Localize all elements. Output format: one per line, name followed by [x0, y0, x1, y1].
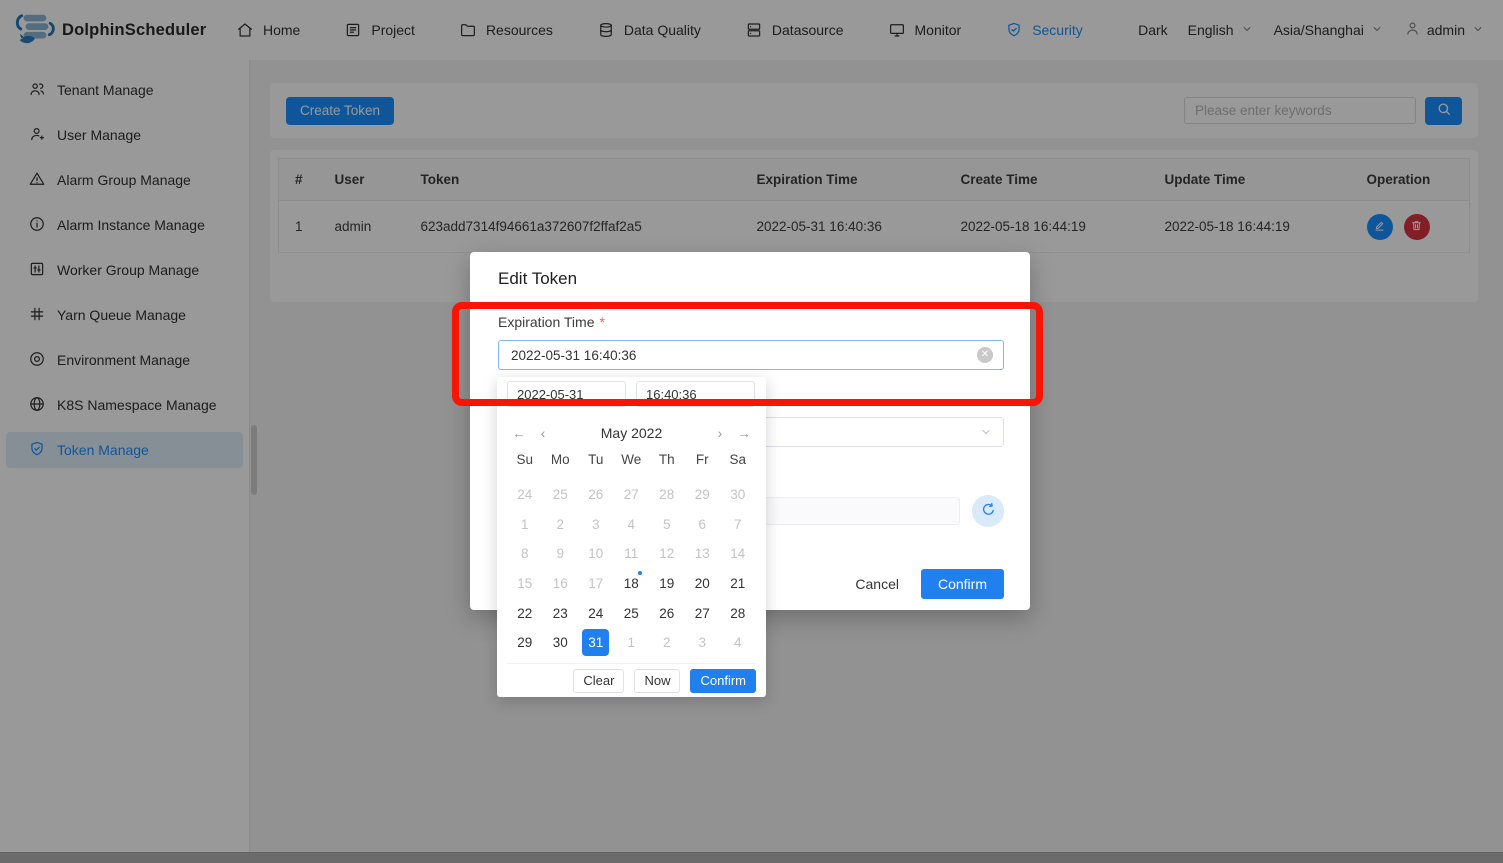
expiration-time-value: 2022-05-31 16:40:36: [511, 348, 636, 363]
calendar-confirm-button[interactable]: Confirm: [690, 669, 756, 693]
calendar-day[interactable]: 8: [507, 539, 543, 569]
chevron-down-icon: [979, 425, 993, 442]
calendar-day[interactable]: 2: [649, 628, 685, 658]
calendar-day[interactable]: 28: [720, 598, 756, 628]
weekday-label: Su: [507, 452, 543, 470]
calendar-day[interactable]: 19: [649, 569, 685, 599]
datetime-inputs: [507, 377, 756, 407]
calendar-day[interactable]: 7: [720, 510, 756, 540]
next-month-icon[interactable]: ›: [708, 425, 732, 441]
month-title: May 2022: [555, 425, 708, 441]
calendar-header: ← ‹ May 2022 › →: [507, 420, 756, 446]
weekday-label: Fr: [685, 452, 721, 470]
prev-month-icon[interactable]: ‹: [531, 425, 555, 441]
date-input[interactable]: [507, 381, 626, 407]
calendar-day[interactable]: 4: [720, 628, 756, 658]
expiration-time-label: Expiration Time *: [498, 314, 1004, 334]
calendar-day[interactable]: 27: [685, 598, 721, 628]
datetime-picker-panel: ← ‹ May 2022 › → SuMoTuWeThFrSa 24252627…: [497, 377, 766, 697]
calendar-grid: 2425262728293012345678910111213141516171…: [507, 480, 756, 658]
calendar-day[interactable]: 1: [614, 628, 650, 658]
calendar-day[interactable]: 29: [685, 480, 721, 510]
calendar-day[interactable]: 27: [614, 480, 650, 510]
calendar-clear-button[interactable]: Clear: [573, 669, 624, 693]
fast-next-year-icon[interactable]: →: [732, 425, 756, 441]
calendar-day[interactable]: 28: [649, 480, 685, 510]
calendar-day[interactable]: 3: [685, 628, 721, 658]
calendar-day[interactable]: 1: [507, 510, 543, 540]
weekday-label: Tu: [578, 452, 614, 470]
calendar-day[interactable]: 9: [543, 539, 579, 569]
calendar-day[interactable]: 6: [685, 510, 721, 540]
calendar-day[interactable]: 14: [720, 539, 756, 569]
weekday-row: SuMoTuWeThFrSa: [507, 452, 756, 470]
calendar-day[interactable]: 11: [614, 539, 650, 569]
fast-prev-year-icon[interactable]: ←: [507, 425, 531, 441]
calendar-day-selected[interactable]: 31: [578, 628, 614, 658]
refresh-token-button[interactable]: [972, 495, 1004, 527]
calendar-day[interactable]: 22: [507, 598, 543, 628]
calendar-now-button[interactable]: Now: [634, 669, 680, 693]
expiration-time-input[interactable]: 2022-05-31 16:40:36 ✕: [498, 340, 1004, 370]
calendar-day[interactable]: 24: [578, 598, 614, 628]
weekday-label: Mo: [543, 452, 579, 470]
required-mark: *: [599, 314, 604, 330]
calendar-day[interactable]: 13: [685, 539, 721, 569]
calendar-day[interactable]: 4: [614, 510, 650, 540]
calendar-day[interactable]: 20: [685, 569, 721, 599]
confirm-button[interactable]: Confirm: [921, 569, 1004, 599]
calendar-day[interactable]: 23: [543, 598, 579, 628]
calendar-day[interactable]: 17: [578, 569, 614, 599]
calendar-day[interactable]: 5: [649, 510, 685, 540]
calendar-day[interactable]: 2: [543, 510, 579, 540]
weekday-label: Th: [649, 452, 685, 470]
calendar-day[interactable]: 26: [649, 598, 685, 628]
calendar-day[interactable]: 10: [578, 539, 614, 569]
calendar-day-today[interactable]: 18: [614, 569, 650, 599]
calendar-day[interactable]: 24: [507, 480, 543, 510]
calendar-day[interactable]: 21: [720, 569, 756, 599]
time-input[interactable]: [636, 381, 755, 407]
calendar-day[interactable]: 16: [543, 569, 579, 599]
app-root: DolphinScheduler HomeProjectResourcesDat…: [0, 0, 1503, 863]
weekday-label: Sa: [720, 452, 756, 470]
modal-title: Edit Token: [498, 268, 1004, 290]
calendar-footer: Clear Now Confirm: [507, 663, 756, 693]
calendar-day[interactable]: 30: [720, 480, 756, 510]
refresh-icon: [980, 501, 997, 521]
calendar-day[interactable]: 25: [614, 598, 650, 628]
cancel-button[interactable]: Cancel: [849, 569, 905, 599]
calendar-day[interactable]: 30: [543, 628, 579, 658]
weekday-label: We: [614, 452, 650, 470]
calendar-day[interactable]: 29: [507, 628, 543, 658]
calendar-day[interactable]: 15: [507, 569, 543, 599]
calendar-day[interactable]: 3: [578, 510, 614, 540]
calendar-day[interactable]: 12: [649, 539, 685, 569]
clear-input-icon[interactable]: ✕: [977, 347, 993, 363]
expiration-time-label-text: Expiration Time: [498, 314, 594, 330]
calendar-day[interactable]: 25: [543, 480, 579, 510]
calendar-day[interactable]: 26: [578, 480, 614, 510]
